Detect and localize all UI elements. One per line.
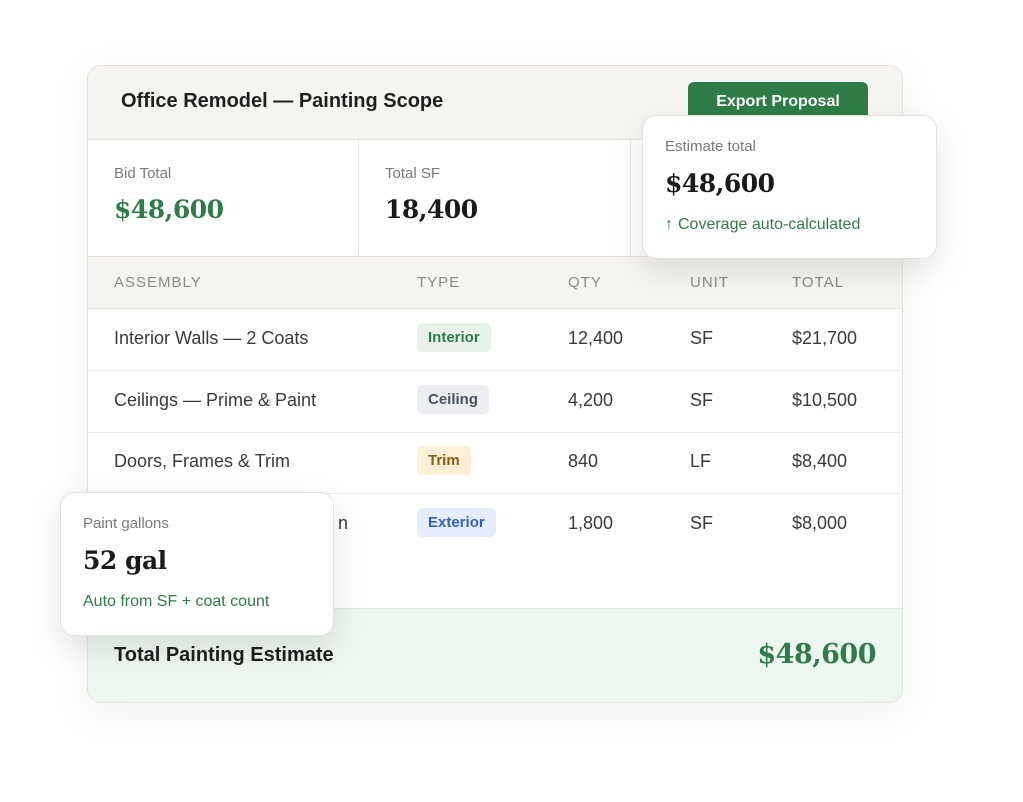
stat-value: $48,600 bbox=[114, 195, 224, 224]
cell-unit: SF bbox=[690, 390, 714, 410]
cell-type: Ceiling bbox=[417, 385, 490, 414]
cell-qty: 840 bbox=[568, 451, 599, 471]
page-title: Office Remodel — Painting Scope bbox=[121, 90, 444, 112]
type-badge: Interior bbox=[417, 323, 491, 352]
stat-bid-total: Bid Total $48,600 bbox=[88, 140, 359, 256]
cell-assembly: Doors, Frames & Trim bbox=[114, 451, 291, 471]
popover-label: Estimate total bbox=[665, 138, 756, 155]
popover-label: Paint gallons bbox=[83, 515, 169, 532]
type-badge: Exterior bbox=[417, 508, 496, 537]
stat-value: 18,400 bbox=[385, 195, 478, 224]
table-header: ASSEMBLY TYPE QTY UNIT TOTAL bbox=[88, 257, 902, 309]
footer-label: Total Painting Estimate bbox=[114, 644, 334, 666]
paint-gallons-popover: Paint gallons 52 gal Auto from SF + coat… bbox=[60, 492, 334, 636]
stat-total-sf: Total SF 18,400 bbox=[359, 140, 631, 256]
column-header-total[interactable]: TOTAL bbox=[792, 274, 844, 291]
cell-total: $8,000 bbox=[792, 513, 848, 533]
column-header-assembly[interactable]: ASSEMBLY bbox=[114, 274, 202, 291]
cell-total: $10,500 bbox=[792, 390, 858, 410]
cell-assembly: Interior Walls — 2 Coats bbox=[114, 328, 309, 348]
cell-type: Interior bbox=[417, 323, 491, 352]
table-row[interactable]: Interior Walls — 2 Coats Interior 12,400… bbox=[88, 309, 902, 371]
cell-type: Exterior bbox=[417, 508, 496, 537]
type-badge: Trim bbox=[417, 446, 471, 475]
popover-value: $48,600 bbox=[665, 169, 775, 198]
arrow-up-icon: ↑ bbox=[665, 216, 673, 233]
estimate-total-popover: Estimate total $48,600 ↑ Coverage auto-ca… bbox=[642, 115, 937, 259]
stat-label: Bid Total bbox=[114, 165, 172, 182]
cell-total: $21,700 bbox=[792, 328, 858, 348]
cell-type: Trim bbox=[417, 446, 471, 475]
cell-unit: SF bbox=[690, 328, 714, 348]
stat-label: Total SF bbox=[385, 165, 441, 182]
table-row[interactable]: Ceilings — Prime & Paint Ceiling 4,200 S… bbox=[88, 371, 902, 433]
stage: Office Remodel — Painting Scope Export P… bbox=[0, 0, 1023, 802]
popover-note: ↑ Coverage auto-calculated bbox=[665, 216, 860, 234]
cell-qty: 1,800 bbox=[568, 513, 614, 533]
cell-unit: LF bbox=[690, 451, 712, 471]
footer-total-value: $48,600 bbox=[757, 639, 876, 670]
cell-qty: 12,400 bbox=[568, 328, 624, 348]
popover-value: 52 gal bbox=[83, 546, 167, 575]
popover-note: Auto from SF + coat count bbox=[83, 593, 270, 610]
cell-assembly: Ceilings — Prime & Paint bbox=[114, 390, 317, 410]
cell-total: $8,400 bbox=[792, 451, 848, 471]
cell-assembly: n bbox=[338, 513, 349, 533]
cell-qty: 4,200 bbox=[568, 390, 614, 410]
column-header-unit[interactable]: UNIT bbox=[690, 274, 729, 291]
column-header-type[interactable]: TYPE bbox=[417, 274, 460, 291]
type-badge: Ceiling bbox=[417, 385, 490, 414]
column-header-qty[interactable]: QTY bbox=[568, 274, 602, 291]
table-row[interactable]: Doors, Frames & Trim Trim 840 LF $8,400 bbox=[88, 432, 902, 494]
popover-note-text: Coverage auto-calculated bbox=[678, 216, 861, 233]
cell-unit: SF bbox=[690, 513, 714, 533]
